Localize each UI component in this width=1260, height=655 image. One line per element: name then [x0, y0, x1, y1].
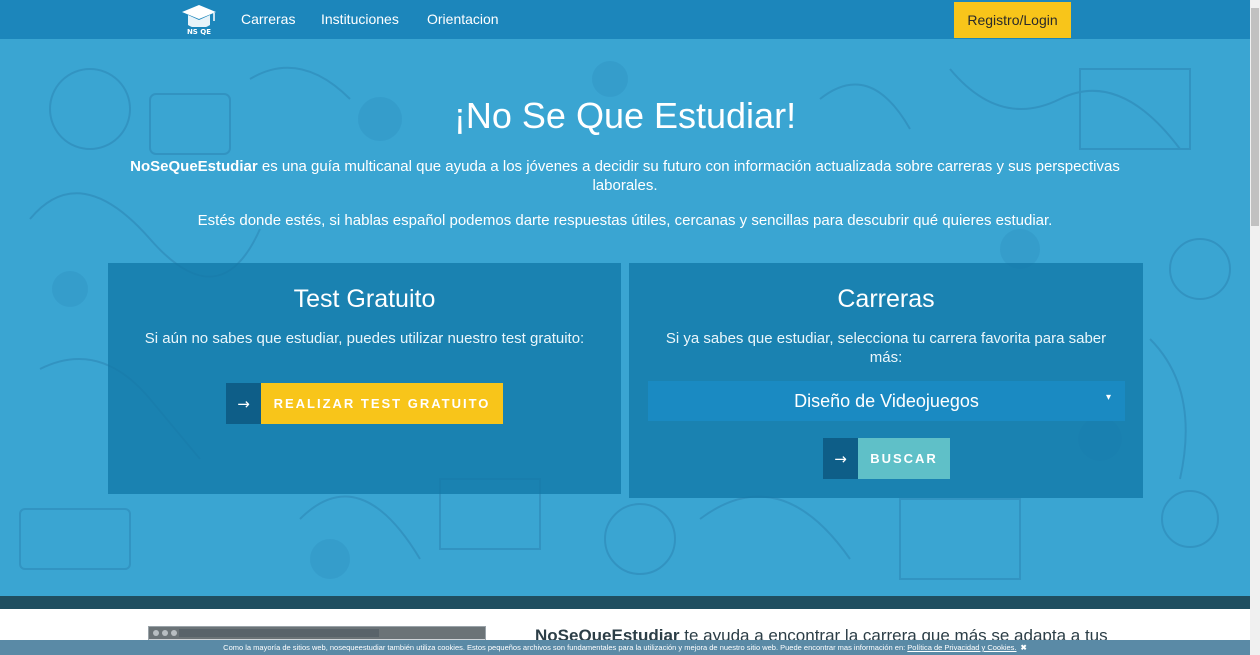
top-navbar: NS QE Carreras Instituciones Orientacion…: [0, 0, 1250, 39]
site-logo[interactable]: NS QE: [180, 3, 218, 36]
nav-link-carreras[interactable]: Carreras: [241, 11, 295, 27]
test-card-title: Test Gratuito: [293, 285, 436, 313]
hero-description: NoSeQueEstudiar es una guía multicanal q…: [120, 157, 1130, 195]
section-divider: [0, 596, 1250, 609]
hero-title: ¡No Se Que Estudiar!: [453, 95, 797, 136]
chevron-down-icon: ▾: [1105, 392, 1111, 403]
start-test-label: REALIZAR TEST GRATUITO: [261, 383, 503, 424]
page-scrollbar[interactable]: [1250, 0, 1260, 655]
career-select-value: Diseño de Videojuegos: [794, 390, 979, 411]
logo-text: NS QE: [187, 28, 211, 36]
career-select[interactable]: Diseño de Videojuegos ▾: [648, 381, 1125, 421]
cookie-text: Como la mayoría de sitios web, nosequees…: [223, 643, 908, 652]
mockup-toolbar: [149, 627, 485, 639]
window-dot-icon: [171, 630, 177, 636]
graduation-cap-icon: NS QE: [182, 5, 216, 36]
career-card-title: Carreras: [837, 285, 935, 313]
hero-description-text: es una guía multicanal que ayuda a los j…: [257, 158, 1120, 194]
login-button[interactable]: Registro/Login: [954, 2, 1071, 38]
search-button[interactable]: → BUSCAR: [823, 438, 950, 479]
career-card: Carreras Si ya sabes que estudiar, selec…: [629, 263, 1143, 498]
nav-link-instituciones[interactable]: Instituciones: [321, 11, 399, 27]
career-card-text: Si ya sabes que estudiar, selecciona tu …: [665, 330, 1107, 366]
window-dot-icon: [162, 630, 168, 636]
arrow-right-icon: →: [823, 438, 858, 479]
hero-subdescription: Estés donde estés, si hablas español pod…: [197, 212, 1053, 229]
search-button-label: BUSCAR: [858, 438, 950, 479]
privacy-policy-link[interactable]: Política de Privacidad y Cookies.: [907, 643, 1016, 652]
cookie-banner: Como la mayoría de sitios web, nosequees…: [0, 640, 1250, 655]
mockup-url-bar: [179, 629, 379, 637]
test-card: Test Gratuito Si aún no sabes que estudi…: [108, 263, 621, 494]
hero-section: ¡No Se Que Estudiar! NoSeQueEstudiar es …: [0, 39, 1250, 596]
scrollbar-thumb[interactable]: [1251, 8, 1259, 226]
nav-link-orientacion[interactable]: Orientacion: [427, 11, 499, 27]
test-card-text: Si aún no sabes que estudiar, puedes uti…: [144, 330, 585, 347]
start-test-button[interactable]: → REALIZAR TEST GRATUITO: [226, 383, 503, 424]
hero-brand: NoSeQueEstudiar: [130, 158, 258, 175]
close-icon[interactable]: ✖: [1021, 643, 1027, 652]
arrow-right-icon: →: [226, 383, 261, 424]
window-dot-icon: [153, 630, 159, 636]
